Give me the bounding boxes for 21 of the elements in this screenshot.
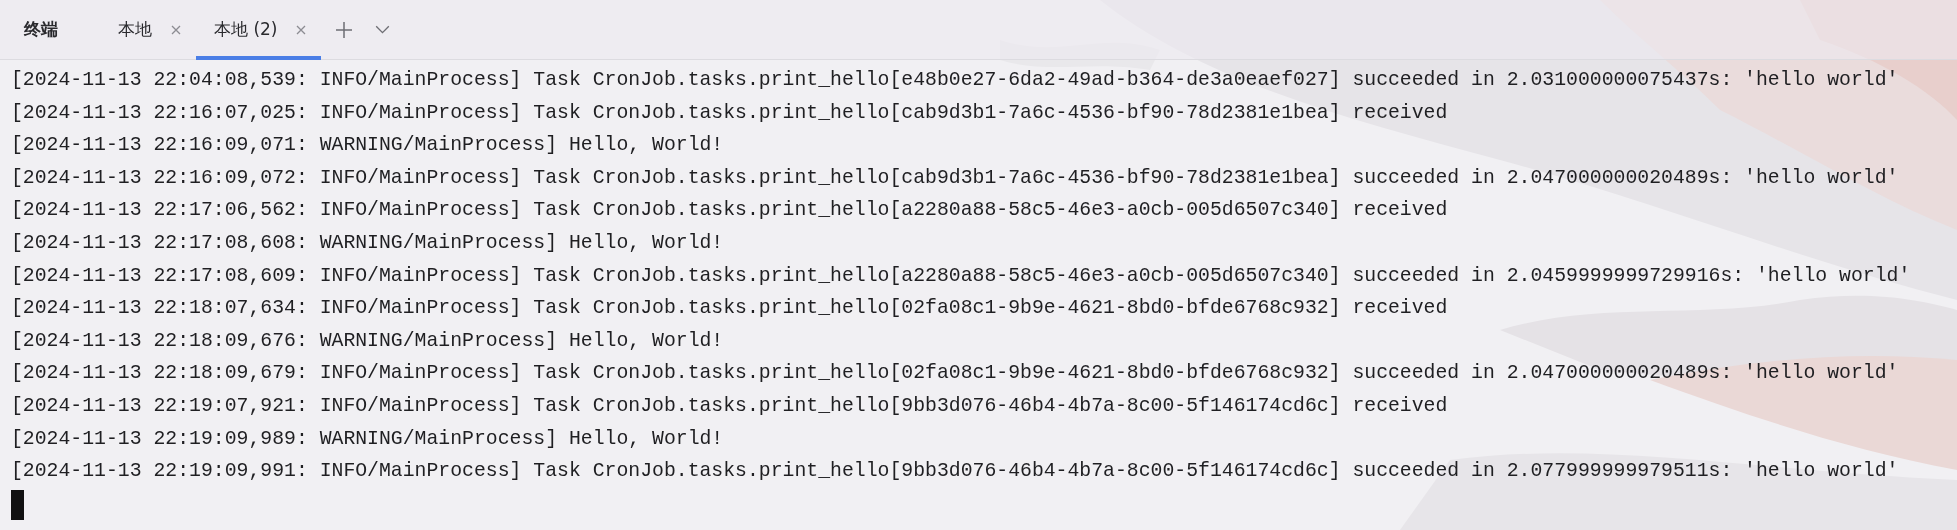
log-line: [2024-11-13 22:18:09,676: WARNING/MainProcess] Hello, World!	[11, 328, 725, 354]
log-line: [2024-11-13 22:17:08,609: INFO/MainProcess] Task CronJob.tasks.print_hello[a2280a88-58c5-46e3-a0cb-005d6507c340] succeeded in 2.0459999999729916s: 'hello world'	[11, 263, 1912, 289]
terminal-tab[interactable]: 本地 (2)	[196, 0, 322, 60]
add-icon[interactable]	[335, 20, 354, 39]
chevron-down-icon[interactable]	[375, 25, 391, 34]
log-line: [2024-11-13 22:16:09,072: INFO/MainProcess] Task CronJob.tasks.print_hello[cab9d3b1-7a6c-4536-bf90-78d2381e1bea] succeeded in 2.047000000020489s: 'hello world'	[11, 165, 1900, 191]
text-cursor	[11, 489, 24, 520]
close-icon[interactable]	[170, 23, 182, 36]
log-line: [2024-11-13 22:19:09,991: INFO/MainProcess] Task CronJob.tasks.print_hello[9bb3d076-46b4-4b7a-8c00-5f146174cd6c] succeeded in 2.077999999979511s: 'hello world'	[11, 459, 1900, 485]
log-line: [2024-11-13 22:17:08,608: WARNING/MainProcess] Hello, World!	[11, 230, 725, 256]
log-line: [2024-11-13 22:04:08,539: INFO/MainProcess] Task CronJob.tasks.print_hello[e48b0e27-6da2-49ad-b364-de3a0eaef027] succeeded in 2.031000000075437s: 'hello world'	[11, 68, 1900, 93]
log-line: [2024-11-13 22:17:06,562: INFO/MainProcess] Task CronJob.tasks.print_hello[a2280a88-58c5-46e3-a0cb-005d6507c340] received	[11, 198, 1449, 224]
log-line: [2024-11-13 22:18:07,634: INFO/MainProcess] Task CronJob.tasks.print_hello[02fa08c1-9b9e-4621-8bd0-bfde6768c932] received	[11, 296, 1449, 322]
log-line: [2024-11-13 22:16:09,071: WARNING/MainProcess] Hello, World!	[11, 133, 725, 159]
panel-title: 终端	[24, 18, 58, 41]
log-line: [2024-11-13 22:18:09,679: INFO/MainProcess] Task CronJob.tasks.print_hello[02fa08c1-9b9e-4621-8bd0-bfde6768c932] succeeded in 2.047000000020489s: 'hello world'	[11, 361, 1900, 387]
log-line: [2024-11-13 22:19:07,921: INFO/MainProcess] Task CronJob.tasks.print_hello[9bb3d076-46b4-4b7a-8c00-5f146174cd6c] received	[11, 393, 1449, 419]
log-line: [2024-11-13 22:16:07,025: INFO/MainProcess] Task CronJob.tasks.print_hello[cab9d3b1-7a6c-4536-bf90-78d2381e1bea] received	[11, 100, 1449, 126]
terminal-tab[interactable]: 本地	[100, 0, 196, 60]
close-icon[interactable]	[295, 23, 308, 36]
log-line: [2024-11-13 22:19:09,989: WARNING/MainProcess] Hello, World!	[11, 426, 725, 452]
